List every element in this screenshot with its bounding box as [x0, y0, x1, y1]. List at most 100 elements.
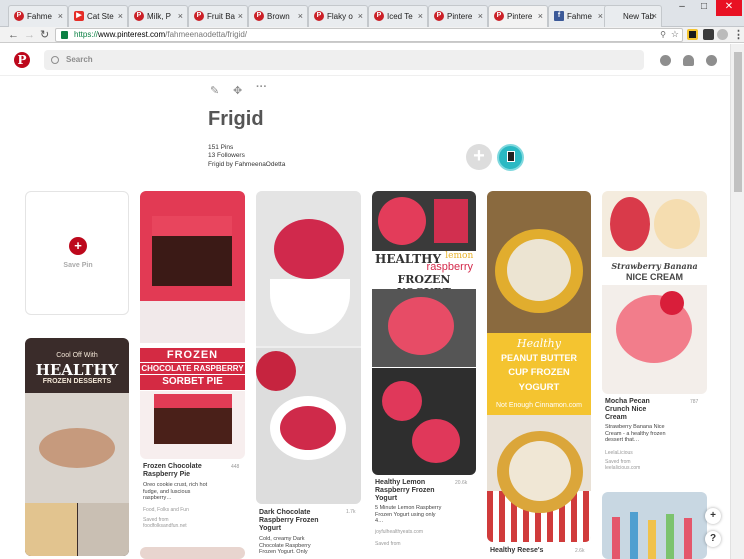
pin-text: FROZEN DESSERTS [42, 378, 112, 385]
close-tab-icon[interactable]: × [358, 11, 363, 21]
avatar[interactable] [497, 144, 524, 171]
move-arrows-icon[interactable]: ✥ [233, 84, 242, 97]
pin-image-peanut-butter-frozen-yogurt[interactable]: Healthy PEANUT BUTTER CUP FROZEN YOGURT … [487, 191, 591, 542]
forward-arrow-icon[interactable]: → [24, 28, 35, 42]
pin-image-healthy-frozen-desserts[interactable]: Cool Off With HEALTHY FROZEN DESSERTS [25, 338, 129, 556]
pin-save-count: 1.7k [346, 509, 356, 515]
pin-photo [280, 406, 336, 450]
pinterest-logo-icon[interactable]: P [14, 52, 30, 68]
pinterest-icon: P [194, 11, 204, 21]
close-tab-icon[interactable]: × [538, 11, 543, 21]
back-arrow-icon[interactable]: ← [8, 28, 19, 42]
close-tab-icon[interactable]: × [178, 11, 183, 21]
pinterest-header: P Search [0, 44, 730, 76]
search-input[interactable]: Search [44, 50, 644, 70]
save-pin-label: Save Pin [63, 262, 93, 269]
pin-board-name[interactable]: Food, Folks and Fun [143, 507, 189, 513]
browser-tab[interactable]: P Milk, P × [128, 5, 188, 27]
help-button[interactable]: ? [705, 531, 721, 547]
bookmark-star-icon[interactable]: ☆ [671, 28, 679, 40]
explore-compass-icon[interactable] [660, 55, 671, 66]
browser-tab[interactable]: P Iced Te × [368, 5, 428, 27]
pin-title[interactable]: Healthy Lemon Raspberry Frozen Yogurt [375, 479, 447, 503]
close-tab-icon[interactable]: × [58, 11, 63, 21]
pin-text: CHOCOLATE RASPBERRY [140, 363, 245, 374]
search-placeholder: Search [66, 55, 93, 64]
save-pin-card[interactable]: + Save Pin [25, 191, 129, 315]
pinterest-icon: P [254, 11, 264, 21]
browser-tab[interactable]: P Flaky o × [308, 5, 368, 27]
reload-icon[interactable]: ↻ [40, 28, 49, 42]
pins-count[interactable]: 151 Pins [208, 144, 233, 151]
url-scheme: https:// [74, 30, 99, 39]
pin-text: raspberry [426, 261, 473, 273]
edit-pencil-icon[interactable]: ✎ [210, 84, 219, 97]
pin-photo [388, 297, 454, 355]
close-tab-icon[interactable]: × [238, 11, 243, 21]
pin-title[interactable]: Frozen Chocolate Raspberry Pie [143, 463, 223, 479]
pin-image-dark-chocolate-frozen-yogurt[interactable] [256, 191, 361, 504]
pin-photo [382, 381, 422, 421]
profile-icon[interactable] [683, 55, 694, 66]
pin-title[interactable]: Healthy Reese's [490, 547, 565, 555]
messages-icon[interactable] [706, 55, 717, 66]
tab-label: Pintere [447, 12, 473, 21]
browser-tab[interactable]: P Brown × [248, 5, 308, 27]
pin-source[interactable]: joyfulhealthyeats.com [375, 529, 423, 535]
close-tab-icon[interactable]: × [418, 11, 423, 21]
pin-image-sorbet-pie[interactable]: FROZEN CHOCOLATE RASPBERRY SORBET PIE [140, 191, 245, 459]
address-bar-row: ← → ↻ https://www.pinterest.com/fahmeena… [0, 27, 744, 43]
extension-icon[interactable] [717, 29, 728, 40]
close-tab-icon[interactable]: × [478, 11, 483, 21]
add-collaborator-button[interactable]: + [466, 144, 492, 170]
pinterest-icon: P [14, 11, 24, 21]
browser-tab[interactable]: P Fruit Ba × [188, 5, 248, 27]
browser-tab[interactable]: P Pintere × [488, 5, 548, 28]
pin-title[interactable]: Mocha Pecan Crunch Nice Cream [605, 398, 663, 422]
close-tab-icon[interactable]: × [118, 11, 123, 21]
close-tab-icon[interactable]: × [652, 11, 657, 21]
page-scrollbar[interactable] [730, 44, 744, 559]
pin-source[interactable]: foodfolksandfun.net [143, 523, 187, 529]
browser-tab[interactable]: ▶ Cat Ste × [68, 5, 128, 27]
facebook-icon: f [554, 11, 564, 21]
tab-label: Cat Ste [87, 12, 114, 21]
pin-text: PEANUT BUTTER [501, 353, 577, 363]
browser-tab[interactable]: P Fahme × [8, 5, 68, 27]
pin-title[interactable]: Dark Chocolate Raspberry Frozen Yogurt [259, 509, 334, 533]
maximize-button[interactable]: □ [694, 0, 714, 16]
pin-photo [140, 301, 245, 343]
pin-save-count: 787 [690, 399, 699, 405]
pin-image[interactable] [140, 547, 245, 559]
extension-icon[interactable] [703, 29, 714, 40]
pin-photo [648, 520, 656, 559]
board-title: Frigid [208, 108, 264, 130]
browser-tab[interactable]: f Fahme × [548, 5, 608, 27]
create-pin-button[interactable]: + [705, 508, 721, 524]
more-options-icon[interactable]: ··· [256, 81, 267, 93]
pin-text: Strawberry Banana [611, 261, 698, 271]
followers-count[interactable]: 13 Followers [208, 152, 245, 159]
browser-tab[interactable]: New Tab × [604, 5, 662, 27]
pin-image-lemon-raspberry-frozen-yogurt[interactable]: HEALTHY lemon raspberry FROZEN YOGURT [372, 191, 476, 475]
scrollbar-thumb[interactable] [734, 52, 742, 192]
pin-save-count: 20.6k [455, 480, 468, 486]
board-owner-line[interactable]: Frigid by FahmeenaOdetta [208, 161, 285, 168]
lock-icon [61, 31, 68, 39]
close-tab-icon[interactable]: × [598, 11, 603, 21]
pin-source[interactable]: leelalicious.com [605, 465, 640, 471]
close-tab-icon[interactable]: × [298, 11, 303, 21]
close-window-button[interactable]: ✕ [716, 0, 742, 16]
browser-tab[interactable]: P Pintere × [428, 5, 488, 27]
pin-photo [684, 518, 692, 559]
pin-image-strawberry-banana-nice-cream[interactable]: Strawberry Banana NICE CREAM [602, 191, 707, 394]
pin-image[interactable] [602, 492, 707, 559]
zoom-icon[interactable]: ⚲ [660, 29, 666, 41]
minimize-button[interactable]: – [672, 0, 692, 16]
url-field[interactable]: https://www.pinterest.com/fahmeenaodetta… [55, 28, 683, 42]
pin-photo [78, 503, 129, 556]
youtube-icon: ▶ [74, 11, 84, 21]
extension-icon[interactable] [687, 29, 698, 40]
pin-board-name[interactable]: LeelaLicious [605, 450, 633, 456]
chrome-menu-icon[interactable]: ⋮ [733, 28, 744, 42]
